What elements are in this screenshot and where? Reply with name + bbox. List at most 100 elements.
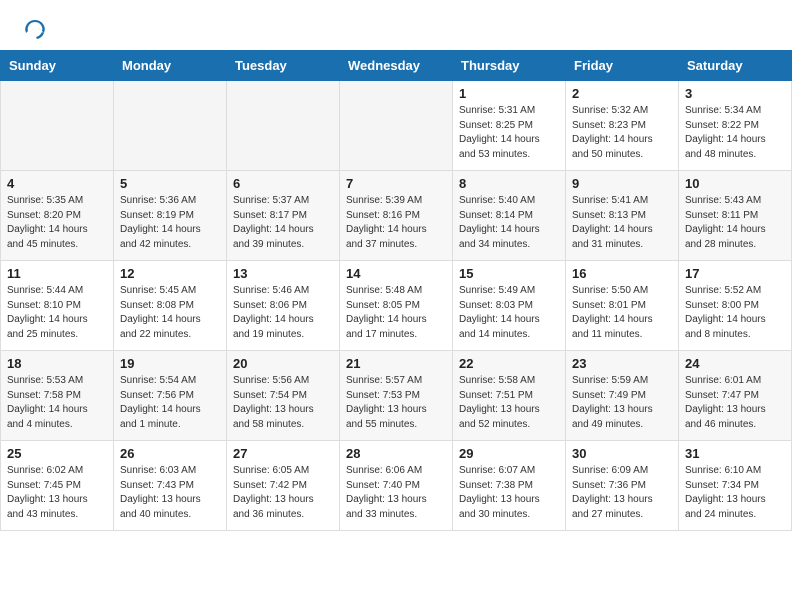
day-number: 19: [120, 356, 220, 371]
day-info: Sunrise: 5:39 AM Sunset: 8:16 PM Dayligh…: [346, 194, 446, 252]
logo-icon: [24, 18, 46, 40]
weekday-header-friday: Friday: [566, 51, 679, 81]
calendar-day-30: 30 Sunrise: 6:09 AM Sunset: 7:36 PM Dayli…: [566, 441, 679, 531]
day-info: Sunrise: 5:40 AM Sunset: 8:14 PM Dayligh…: [459, 194, 559, 252]
calendar-day-23: 23 Sunrise: 5:59 AM Sunset: 7:49 PM Dayli…: [566, 351, 679, 441]
calendar-day-11: 11Sunrise: 5:44 AM Sunset: 8:10 PM Dayli…: [1, 261, 114, 351]
day-number: 1: [459, 86, 559, 101]
calendar-day-25: 25 Sunrise: 6:02 AM Sunset: 7:45 PM Dayli…: [1, 441, 114, 531]
calendar-day-19: 19Sunrise: 5:54 AM Sunset: 7:56 PM Dayli…: [114, 351, 227, 441]
calendar-day-22: 22Sunrise: 5:58 AM Sunset: 7:51 PM Dayli…: [453, 351, 566, 441]
day-number: 31: [685, 446, 785, 461]
weekday-header-sunday: Sunday: [1, 51, 114, 81]
calendar-day-1: 1 Sunrise: 5:31 AM Sunset: 8:25 PM Daylig…: [453, 81, 566, 171]
weekday-header-row: SundayMondayTuesdayWednesdayThursdayFrid…: [1, 51, 792, 81]
logo: [24, 18, 50, 40]
page-header: [0, 0, 792, 50]
day-number: 10: [685, 176, 785, 191]
calendar-day-5: 5Sunrise: 5:36 AM Sunset: 8:19 PM Daylig…: [114, 171, 227, 261]
day-number: 17: [685, 266, 785, 281]
calendar-day-20: 20 Sunrise: 5:56 AM Sunset: 7:54 PM Dayli…: [227, 351, 340, 441]
calendar-table: SundayMondayTuesdayWednesdayThursdayFrid…: [0, 50, 792, 531]
day-number: 26: [120, 446, 220, 461]
day-number: 4: [7, 176, 107, 191]
calendar-week-row: 25 Sunrise: 6:02 AM Sunset: 7:45 PM Dayli…: [1, 441, 792, 531]
day-number: 29: [459, 446, 559, 461]
calendar-day-empty: [340, 81, 453, 171]
day-number: 14: [346, 266, 446, 281]
day-number: 2: [572, 86, 672, 101]
calendar-day-empty: [227, 81, 340, 171]
day-info: Sunrise: 6:10 AM Sunset: 7:34 PM Dayligh…: [685, 464, 785, 522]
calendar-day-15: 15 Sunrise: 5:49 AM Sunset: 8:03 PM Dayli…: [453, 261, 566, 351]
calendar-day-9: 9 Sunrise: 5:41 AM Sunset: 8:13 PM Daylig…: [566, 171, 679, 261]
day-info: Sunrise: 5:35 AM Sunset: 8:20 PM Dayligh…: [7, 194, 107, 252]
day-info: Sunrise: 5:59 AM Sunset: 7:49 PM Dayligh…: [572, 374, 672, 432]
day-info: Sunrise: 5:53 AM Sunset: 7:58 PM Dayligh…: [7, 374, 107, 432]
weekday-header-tuesday: Tuesday: [227, 51, 340, 81]
calendar-day-6: 6 Sunrise: 5:37 AM Sunset: 8:17 PM Daylig…: [227, 171, 340, 261]
day-info: Sunrise: 5:57 AM Sunset: 7:53 PM Dayligh…: [346, 374, 446, 432]
weekday-header-wednesday: Wednesday: [340, 51, 453, 81]
day-info: Sunrise: 5:46 AM Sunset: 8:06 PM Dayligh…: [233, 284, 333, 342]
day-info: Sunrise: 6:05 AM Sunset: 7:42 PM Dayligh…: [233, 464, 333, 522]
day-number: 13: [233, 266, 333, 281]
day-info: Sunrise: 5:41 AM Sunset: 8:13 PM Dayligh…: [572, 194, 672, 252]
day-number: 5: [120, 176, 220, 191]
day-number: 24: [685, 356, 785, 371]
calendar-day-21: 21 Sunrise: 5:57 AM Sunset: 7:53 PM Dayli…: [340, 351, 453, 441]
day-number: 15: [459, 266, 559, 281]
day-number: 8: [459, 176, 559, 191]
calendar-day-14: 14 Sunrise: 5:48 AM Sunset: 8:05 PM Dayli…: [340, 261, 453, 351]
day-number: 9: [572, 176, 672, 191]
calendar-day-13: 13 Sunrise: 5:46 AM Sunset: 8:06 PM Dayli…: [227, 261, 340, 351]
day-number: 28: [346, 446, 446, 461]
calendar-day-8: 8 Sunrise: 5:40 AM Sunset: 8:14 PM Daylig…: [453, 171, 566, 261]
calendar-day-empty: [1, 81, 114, 171]
day-info: Sunrise: 5:56 AM Sunset: 7:54 PM Dayligh…: [233, 374, 333, 432]
day-number: 12: [120, 266, 220, 281]
day-info: Sunrise: 5:45 AM Sunset: 8:08 PM Dayligh…: [120, 284, 220, 342]
calendar-day-24: 24Sunrise: 6:01 AM Sunset: 7:47 PM Dayli…: [679, 351, 792, 441]
calendar-week-row: 11Sunrise: 5:44 AM Sunset: 8:10 PM Dayli…: [1, 261, 792, 351]
day-info: Sunrise: 5:48 AM Sunset: 8:05 PM Dayligh…: [346, 284, 446, 342]
calendar-day-4: 4 Sunrise: 5:35 AM Sunset: 8:20 PM Daylig…: [1, 171, 114, 261]
day-info: Sunrise: 5:34 AM Sunset: 8:22 PM Dayligh…: [685, 104, 785, 162]
day-info: Sunrise: 5:52 AM Sunset: 8:00 PM Dayligh…: [685, 284, 785, 342]
day-info: Sunrise: 6:02 AM Sunset: 7:45 PM Dayligh…: [7, 464, 107, 522]
day-info: Sunrise: 6:09 AM Sunset: 7:36 PM Dayligh…: [572, 464, 672, 522]
calendar-day-16: 16Sunrise: 5:50 AM Sunset: 8:01 PM Dayli…: [566, 261, 679, 351]
day-info: Sunrise: 5:32 AM Sunset: 8:23 PM Dayligh…: [572, 104, 672, 162]
day-number: 7: [346, 176, 446, 191]
calendar-day-26: 26 Sunrise: 6:03 AM Sunset: 7:43 PM Dayli…: [114, 441, 227, 531]
day-number: 25: [7, 446, 107, 461]
day-info: Sunrise: 6:07 AM Sunset: 7:38 PM Dayligh…: [459, 464, 559, 522]
weekday-header-thursday: Thursday: [453, 51, 566, 81]
calendar-day-10: 10 Sunrise: 5:43 AM Sunset: 8:11 PM Dayli…: [679, 171, 792, 261]
day-info: Sunrise: 5:43 AM Sunset: 8:11 PM Dayligh…: [685, 194, 785, 252]
day-number: 20: [233, 356, 333, 371]
calendar-day-2: 2 Sunrise: 5:32 AM Sunset: 8:23 PM Daylig…: [566, 81, 679, 171]
day-info: Sunrise: 5:37 AM Sunset: 8:17 PM Dayligh…: [233, 194, 333, 252]
day-info: Sunrise: 5:58 AM Sunset: 7:51 PM Dayligh…: [459, 374, 559, 432]
day-number: 18: [7, 356, 107, 371]
day-number: 21: [346, 356, 446, 371]
day-number: 6: [233, 176, 333, 191]
day-info: Sunrise: 5:50 AM Sunset: 8:01 PM Dayligh…: [572, 284, 672, 342]
calendar-day-3: 3Sunrise: 5:34 AM Sunset: 8:22 PM Daylig…: [679, 81, 792, 171]
day-number: 27: [233, 446, 333, 461]
calendar-day-12: 12 Sunrise: 5:45 AM Sunset: 8:08 PM Dayli…: [114, 261, 227, 351]
calendar-day-18: 18 Sunrise: 5:53 AM Sunset: 7:58 PM Dayli…: [1, 351, 114, 441]
day-info: Sunrise: 6:06 AM Sunset: 7:40 PM Dayligh…: [346, 464, 446, 522]
calendar-day-17: 17 Sunrise: 5:52 AM Sunset: 8:00 PM Dayli…: [679, 261, 792, 351]
weekday-header-saturday: Saturday: [679, 51, 792, 81]
calendar-week-row: 1 Sunrise: 5:31 AM Sunset: 8:25 PM Daylig…: [1, 81, 792, 171]
calendar-day-27: 27 Sunrise: 6:05 AM Sunset: 7:42 PM Dayli…: [227, 441, 340, 531]
day-number: 30: [572, 446, 672, 461]
day-info: Sunrise: 5:49 AM Sunset: 8:03 PM Dayligh…: [459, 284, 559, 342]
calendar-day-31: 31 Sunrise: 6:10 AM Sunset: 7:34 PM Dayli…: [679, 441, 792, 531]
day-number: 23: [572, 356, 672, 371]
weekday-header-monday: Monday: [114, 51, 227, 81]
day-info: Sunrise: 5:31 AM Sunset: 8:25 PM Dayligh…: [459, 104, 559, 162]
day-info: Sunrise: 6:03 AM Sunset: 7:43 PM Dayligh…: [120, 464, 220, 522]
